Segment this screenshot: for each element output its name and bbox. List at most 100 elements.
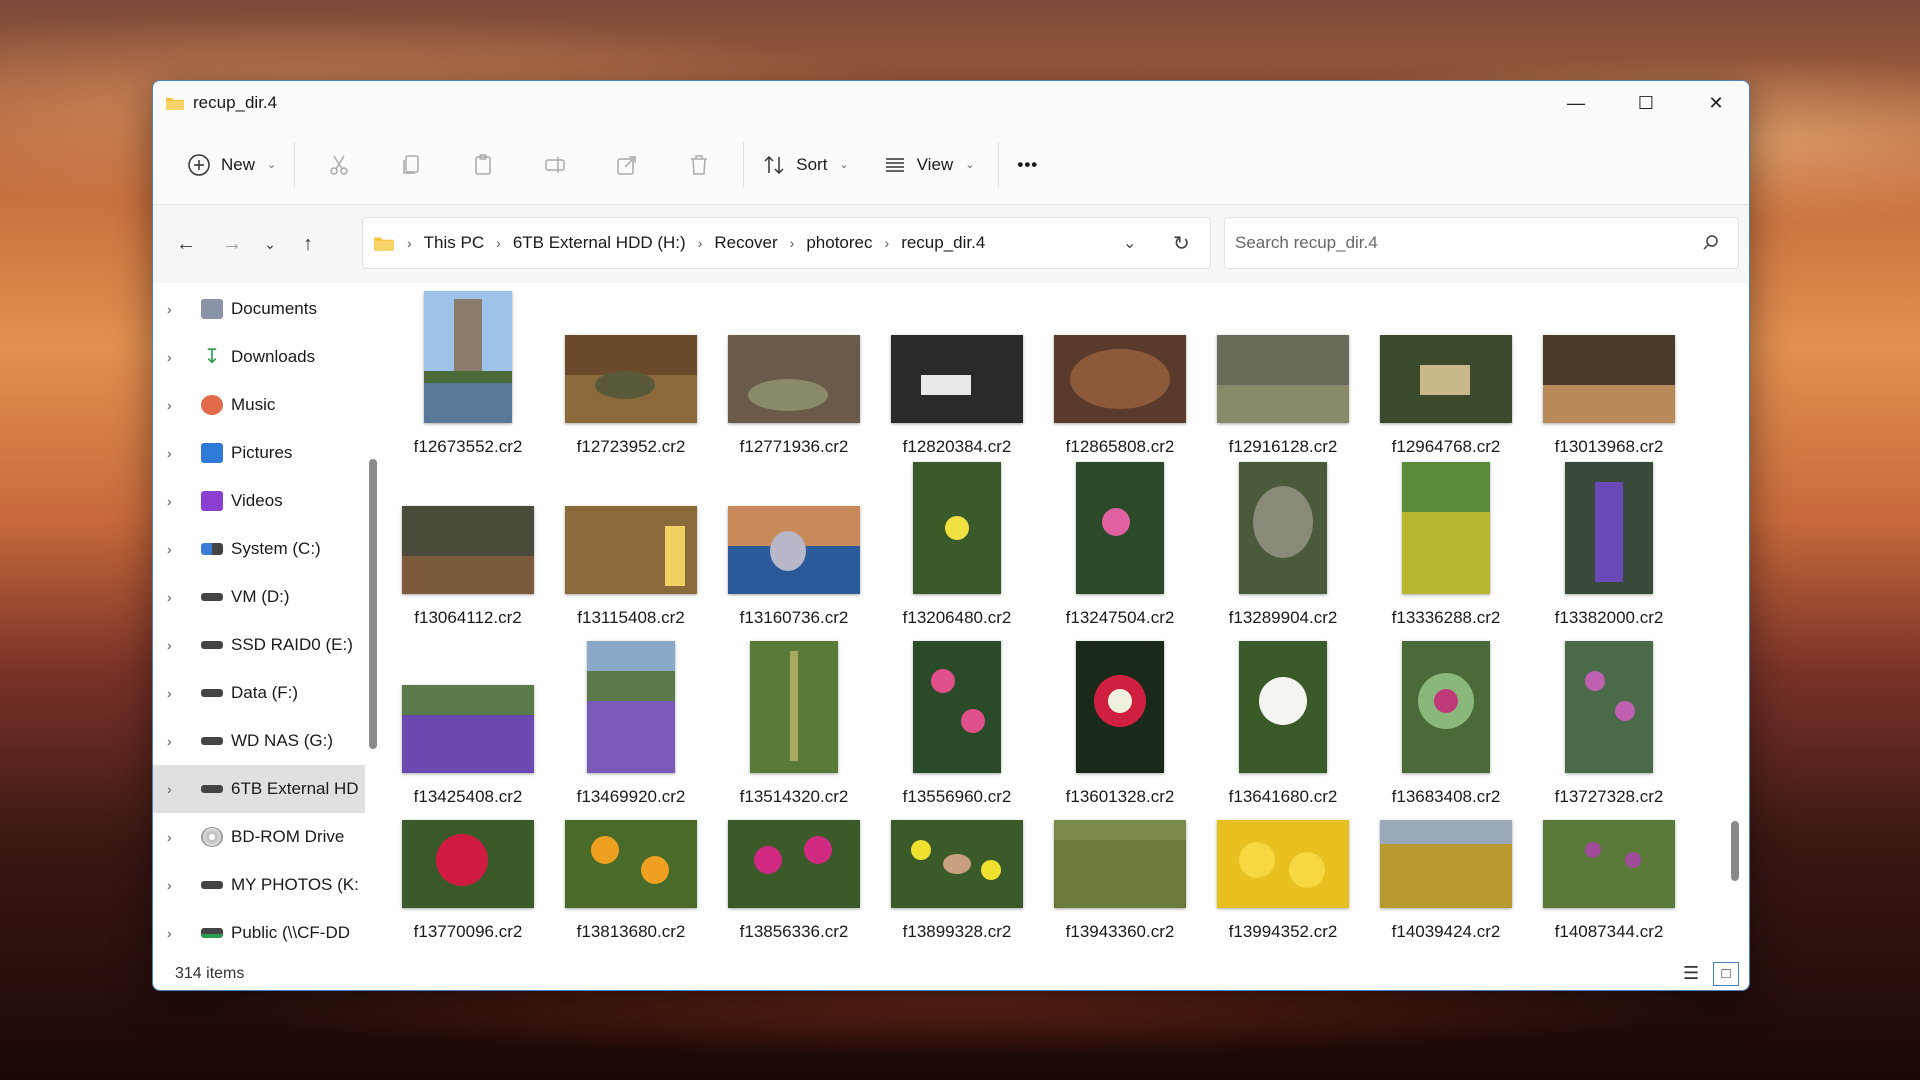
copy-button[interactable] [375, 142, 447, 188]
sidebar-item-my-photos-k[interactable]: › MY PHOTOS (K: [153, 861, 365, 909]
file-item[interactable]: f13013968.cr2 [1534, 283, 1684, 457]
sidebar-item-bd-rom[interactable]: › BD-ROM Drive [153, 813, 365, 861]
file-item[interactable]: f13899328.cr2 [882, 820, 1032, 942]
delete-button[interactable] [663, 142, 735, 188]
file-item[interactable]: f13469920.cr2 [556, 641, 706, 807]
chevron-right-icon[interactable]: › [167, 829, 201, 845]
sidebar-item-6tb-external-h[interactable]: › 6TB External HD [153, 765, 365, 813]
sidebar-item-public-network[interactable]: › Public (\\CF-DD [153, 909, 365, 955]
breadcrumb-drive[interactable]: 6TB External HDD (H:) [513, 233, 686, 253]
chevron-right-icon[interactable]: › [167, 637, 201, 653]
close-button[interactable]: ✕ [1681, 81, 1749, 125]
forward-button[interactable]: → [209, 221, 255, 267]
sidebar-item-system-c[interactable]: › System (C:) [153, 525, 365, 573]
chevron-right-icon: › [697, 235, 703, 251]
chevron-right-icon[interactable]: › [167, 925, 201, 941]
file-item[interactable]: f13856336.cr2 [719, 820, 869, 942]
sidebar-item-videos[interactable]: › Videos [153, 477, 365, 525]
refresh-icon[interactable]: ↻ [1173, 231, 1190, 256]
rename-button[interactable] [519, 142, 591, 188]
file-item[interactable]: f12723952.cr2 [556, 283, 706, 457]
breadcrumb-photorec[interactable]: photorec [806, 233, 872, 253]
file-item[interactable]: f12771936.cr2 [719, 283, 869, 457]
address-bar[interactable]: › This PC › 6TB External HDD (H:) › Reco… [362, 217, 1211, 269]
chevron-right-icon[interactable]: › [167, 589, 201, 605]
chevron-right-icon[interactable]: › [167, 541, 201, 557]
chevron-right-icon[interactable]: › [167, 301, 201, 317]
sidebar-item-documents[interactable]: › Documents [153, 285, 365, 333]
file-item[interactable]: f13206480.cr2 [882, 462, 1032, 628]
sidebar-item-downloads[interactable]: › ↧ Downloads [153, 333, 365, 381]
view-icon [885, 157, 904, 172]
file-item[interactable]: f13943360.cr2 [1045, 820, 1195, 942]
file-item[interactable]: f13641680.cr2 [1208, 641, 1358, 807]
address-history-chevron-icon[interactable]: ⌄ [1123, 233, 1136, 253]
file-item[interactable]: f12916128.cr2 [1208, 283, 1358, 457]
file-item[interactable]: f13064112.cr2 [393, 462, 543, 628]
photo-thumbnail [728, 820, 860, 908]
sidebar-item-music[interactable]: › Music [153, 381, 365, 429]
breadcrumb-current[interactable]: recup_dir.4 [901, 233, 985, 253]
file-item[interactable]: f13115408.cr2 [556, 462, 706, 628]
sidebar-item-label: Music [231, 395, 276, 414]
sort-button[interactable]: Sort ⌄ [752, 142, 858, 188]
maximize-button[interactable]: ☐ [1611, 81, 1681, 125]
chevron-right-icon[interactable]: › [167, 877, 201, 893]
file-item[interactable]: f12673552.cr2 [393, 283, 543, 457]
sidebar-item-wd-nas-g[interactable]: › WD NAS (G:) [153, 717, 365, 765]
chevron-right-icon[interactable]: › [167, 781, 201, 797]
file-item[interactable]: f13601328.cr2 [1045, 641, 1195, 807]
content-scrollbar[interactable] [1731, 821, 1739, 881]
file-item[interactable]: f12820384.cr2 [882, 283, 1032, 457]
file-name: f12673552.cr2 [413, 437, 523, 456]
sidebar-item-ssd-raid0-e[interactable]: › SSD RAID0 (E:) [153, 621, 365, 669]
file-name: f13943360.cr2 [1065, 922, 1175, 941]
breadcrumb-this-pc[interactable]: This PC [424, 233, 484, 253]
photo-thumbnail [1076, 462, 1164, 594]
file-item[interactable]: f12964768.cr2 [1371, 283, 1521, 457]
file-item[interactable]: f13160736.cr2 [719, 462, 869, 628]
copy-icon [403, 154, 419, 174]
chevron-right-icon[interactable]: › [167, 493, 201, 509]
sidebar-item-data-f[interactable]: › Data (F:) [153, 669, 365, 717]
up-button[interactable]: ↑ [285, 221, 331, 267]
share-button[interactable] [591, 142, 663, 188]
file-item[interactable]: f13514320.cr2 [719, 641, 869, 807]
file-item[interactable]: f13556960.cr2 [882, 641, 1032, 807]
chevron-right-icon[interactable]: › [167, 685, 201, 701]
back-button[interactable]: ← [163, 221, 209, 267]
chevron-right-icon[interactable]: › [167, 397, 201, 413]
sidebar-item-label: Public (\\CF-DD [231, 923, 351, 942]
file-item[interactable]: f14039424.cr2 [1371, 820, 1521, 942]
breadcrumb-recover[interactable]: Recover [714, 233, 777, 253]
file-item[interactable]: f13382000.cr2 [1534, 462, 1684, 628]
chevron-right-icon[interactable]: › [167, 445, 201, 461]
file-item[interactable]: f13289904.cr2 [1208, 462, 1358, 628]
file-item[interactable]: f13683408.cr2 [1371, 641, 1521, 807]
paste-button[interactable] [447, 142, 519, 188]
file-item[interactable]: f13770096.cr2 [393, 820, 543, 942]
more-options-button[interactable]: ••• [1007, 142, 1048, 188]
file-item[interactable]: f12865808.cr2 [1045, 283, 1195, 457]
cut-button[interactable] [303, 142, 375, 188]
minimize-button[interactable]: — [1541, 81, 1611, 125]
sidebar-item-vm-d[interactable]: › VM (D:) [153, 573, 365, 621]
large-icons-view-icon[interactable]: □ [1713, 961, 1739, 986]
file-item[interactable]: f14087344.cr2 [1534, 820, 1684, 942]
file-item[interactable]: f13425408.cr2 [393, 641, 543, 807]
new-button[interactable]: New ⌄ [177, 142, 286, 188]
navigation-pane: › Documents › ↧ Downloads › Music › Pictures … [153, 283, 365, 955]
sidebar-scrollbar[interactable] [369, 459, 377, 749]
file-item[interactable]: f13727328.cr2 [1534, 641, 1684, 807]
file-item[interactable]: f13813680.cr2 [556, 820, 706, 942]
recent-locations-button[interactable]: ⌄ [255, 221, 285, 267]
sidebar-item-pictures[interactable]: › Pictures [153, 429, 365, 477]
file-item[interactable]: f13336288.cr2 [1371, 462, 1521, 628]
view-button[interactable]: View ⌄ [873, 142, 985, 188]
file-item[interactable]: f13247504.cr2 [1045, 462, 1195, 628]
file-item[interactable]: f13994352.cr2 [1208, 820, 1358, 942]
search-input[interactable]: Search recup_dir.4 [1224, 217, 1739, 269]
details-view-icon[interactable]: ☰ [1683, 963, 1699, 984]
chevron-right-icon[interactable]: › [167, 349, 201, 365]
chevron-right-icon[interactable]: › [167, 733, 201, 749]
